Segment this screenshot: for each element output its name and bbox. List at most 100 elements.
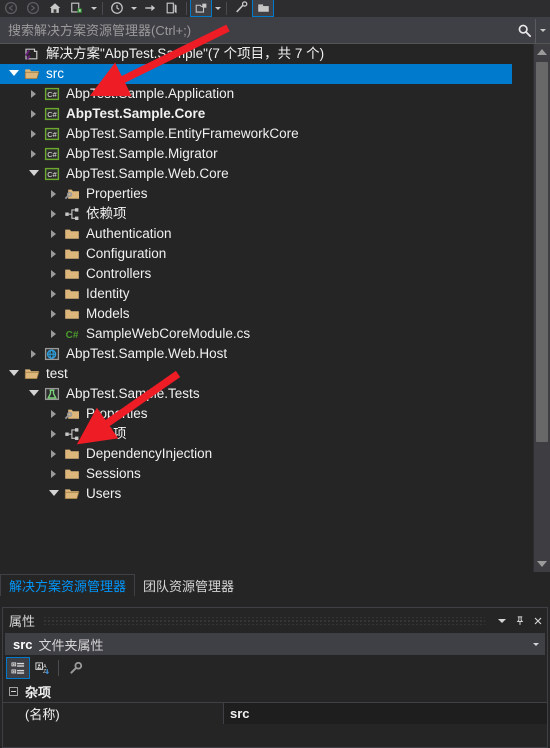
svg-text:C#: C# [47,150,57,159]
collapse-triangle-icon[interactable] [6,364,22,384]
title-drag-dots [43,616,485,625]
chevron-down-icon [540,29,546,32]
tree-item--[interactable]: 依赖项 [0,424,512,444]
expand-triangle-icon[interactable] [46,404,62,424]
tree-item-authentication[interactable]: Authentication [0,224,512,244]
svg-text:C#: C# [47,130,57,139]
object-selector-dropdown[interactable] [527,633,545,655]
folder-icon [62,304,82,324]
forward-button[interactable] [22,0,44,17]
navigate-forward-button[interactable] [139,0,161,17]
expand-triangle-icon[interactable] [46,304,62,324]
properties-object-selector[interactable]: src 文件夹属性 [5,633,545,655]
back-button[interactable] [0,0,22,17]
property-category-label: 杂项 [25,685,52,700]
tree-item-abptest.sample.entityframeworkcore[interactable]: C# AbpTest.Sample.EntityFrameworkCore [0,124,512,144]
search-options-dropdown[interactable] [535,18,550,43]
expand-triangle-icon[interactable] [46,264,62,284]
sync-dropdown-arrow[interactable] [88,0,99,17]
svg-text:C#: C# [47,170,57,179]
expand-triangle-icon[interactable] [46,184,62,204]
tree-item--[interactable]: 依赖项 [0,204,512,224]
collapse-triangle-icon[interactable] [6,64,22,84]
csharp-project-icon: C# [42,144,62,164]
expand-triangle-icon[interactable] [46,284,62,304]
tree-item--abptest.sample-7-7-[interactable]: 解决方案"AbpTest.Sample"(7 个项目，共 7 个) [0,44,512,64]
close-button[interactable] [529,610,547,632]
pin-button[interactable] [511,610,529,632]
tree-item-configuration[interactable]: Configuration [0,244,512,264]
tree-item-users[interactable]: Users [0,484,512,504]
expand-triangle-icon[interactable] [46,444,62,464]
scrollbar-thumb[interactable] [536,62,548,442]
search-input[interactable] [0,22,513,39]
expand-triangle-icon[interactable] [26,144,42,164]
magnifier-icon[interactable] [513,19,535,43]
collapse-triangle-icon[interactable] [46,484,62,504]
tree-item-models[interactable]: Models [0,304,512,324]
expand-triangle-icon[interactable] [26,84,42,104]
categorized-view-button[interactable] [6,657,30,679]
tree-item-samplewebcoremodule.cs[interactable]: C# SampleWebCoreModule.cs [0,324,512,344]
dependencies-icon [62,424,82,444]
toolbar-separator-2 [186,2,187,15]
tree-item-label: Configuration [86,246,167,261]
folder-icon [62,264,82,284]
properties-folder-icon [62,404,82,424]
expand-triangle-icon[interactable] [26,344,42,364]
filter-dropdown-arrow[interactable] [128,0,139,17]
folder-icon [62,284,82,304]
show-all-files-button[interactable] [190,0,212,17]
tree-item-src[interactable]: src [0,64,512,84]
tab-team-explorer[interactable]: 团队资源管理器 [135,574,242,596]
tree-item-properties[interactable]: Properties [0,184,512,204]
expand-triangle-icon[interactable] [46,224,62,244]
tree-item-controllers[interactable]: Controllers [0,264,512,284]
folder-open-icon [22,64,42,84]
expand-triangle-icon[interactable] [46,424,62,444]
tree-item-label: SampleWebCoreModule.cs [86,326,251,341]
toolbar-separator-1 [102,2,103,15]
table-row[interactable]: (名称) src [3,702,547,724]
expand-triangle-icon[interactable] [26,124,42,144]
solution-tree-container: 解决方案"AbpTest.Sample"(7 个项目，共 7 个) src C# Ab… [0,44,550,572]
properties-window-button[interactable] [161,0,183,17]
tree-item-abptest.sample.core[interactable]: C# AbpTest.Sample.Core [0,104,512,124]
property-category-row[interactable]: 杂项 [3,681,547,702]
expand-triangle-icon[interactable] [46,244,62,264]
tree-item-identity[interactable]: Identity [0,284,512,304]
scroll-down-arrow-icon[interactable] [534,556,550,572]
tree-item-abptest.sample.migrator[interactable]: C# AbpTest.Sample.Migrator [0,144,512,164]
expand-triangle-icon[interactable] [46,464,62,484]
tree-item-abptest.sample.tests[interactable]: AbpTest.Sample.Tests [0,384,512,404]
tree-item-dependencyinjection[interactable]: DependencyInjection [0,444,512,464]
property-pages-button[interactable] [63,657,87,679]
expand-triangle-icon[interactable] [46,324,62,344]
tree-item-test[interactable]: test [0,364,512,384]
alphabetical-view-button[interactable]: A Z [30,657,54,679]
tree-item-abptest.sample.web.host[interactable]: AbpTest.Sample.Web.Host [0,344,512,364]
tree-item-abptest.sample.web.core[interactable]: C# AbpTest.Sample.Web.Core [0,164,512,184]
tree-item-abptest.sample.application[interactable]: C# AbpTest.Sample.Application [0,84,512,104]
show-all-files-dropdown-arrow[interactable] [212,0,223,17]
window-menu-button[interactable] [493,610,511,632]
collapse-all-button[interactable] [252,0,274,17]
tab-solution-explorer[interactable]: 解决方案资源管理器 [0,574,136,596]
home-button[interactable] [44,0,66,17]
collapse-triangle-icon[interactable] [26,384,42,404]
tree-vertical-scrollbar[interactable] [533,44,550,572]
tree-item-sessions[interactable]: Sessions [0,464,512,484]
category-collapse-icon[interactable] [9,687,18,696]
tree-twisty-placeholder [6,44,22,64]
folder-icon [62,444,82,464]
scroll-up-arrow-icon[interactable] [534,44,550,60]
collapse-triangle-icon[interactable] [26,164,42,184]
expand-triangle-icon[interactable] [26,104,42,124]
chevron-down-icon [214,6,221,10]
property-value-cell[interactable]: src [224,703,547,724]
refresh-button[interactable] [230,0,252,17]
tree-item-properties[interactable]: Properties [0,404,512,424]
pending-changes-filter-button[interactable] [106,0,128,17]
expand-triangle-icon[interactable] [46,204,62,224]
sync-with-active-document-button[interactable] [66,0,88,17]
